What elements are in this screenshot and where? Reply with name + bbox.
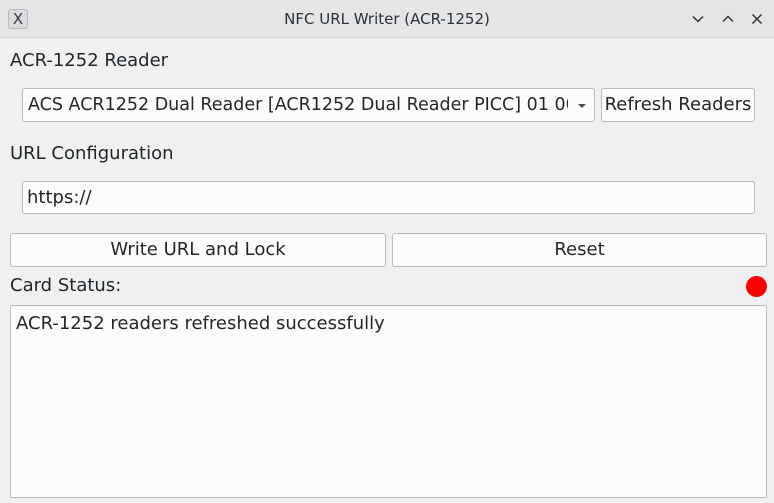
close-icon[interactable]: [747, 9, 767, 29]
minimize-icon[interactable]: [688, 9, 708, 29]
refresh-readers-button[interactable]: Refresh Readers: [601, 88, 755, 122]
write-url-lock-button[interactable]: Write URL and Lock: [10, 233, 386, 267]
card-status-label: Card Status:: [10, 275, 122, 296]
status-log[interactable]: ACR-1252 readers refreshed successfully: [10, 305, 767, 498]
url-input[interactable]: https://: [22, 181, 755, 214]
reader-section-label: ACR-1252 Reader: [10, 50, 169, 71]
chevron-down-icon: [578, 104, 586, 108]
url-input-value: https://: [27, 187, 92, 208]
maximize-icon[interactable]: [718, 9, 738, 29]
status-log-text: ACR-1252 readers refreshed successfully: [16, 313, 385, 334]
reader-select[interactable]: ACS ACR1252 Dual Reader [ACR1252 Dual Re…: [22, 88, 595, 122]
reset-button[interactable]: Reset: [392, 233, 767, 267]
window-title: NFC URL Writer (ACR-1252): [284, 10, 490, 28]
status-indicator: [746, 276, 767, 297]
title-bar[interactable]: X NFC URL Writer (ACR-1252): [0, 0, 774, 38]
url-section-label: URL Configuration: [10, 143, 174, 164]
reader-select-value: ACS ACR1252 Dual Reader [ACR1252 Dual Re…: [28, 95, 568, 115]
